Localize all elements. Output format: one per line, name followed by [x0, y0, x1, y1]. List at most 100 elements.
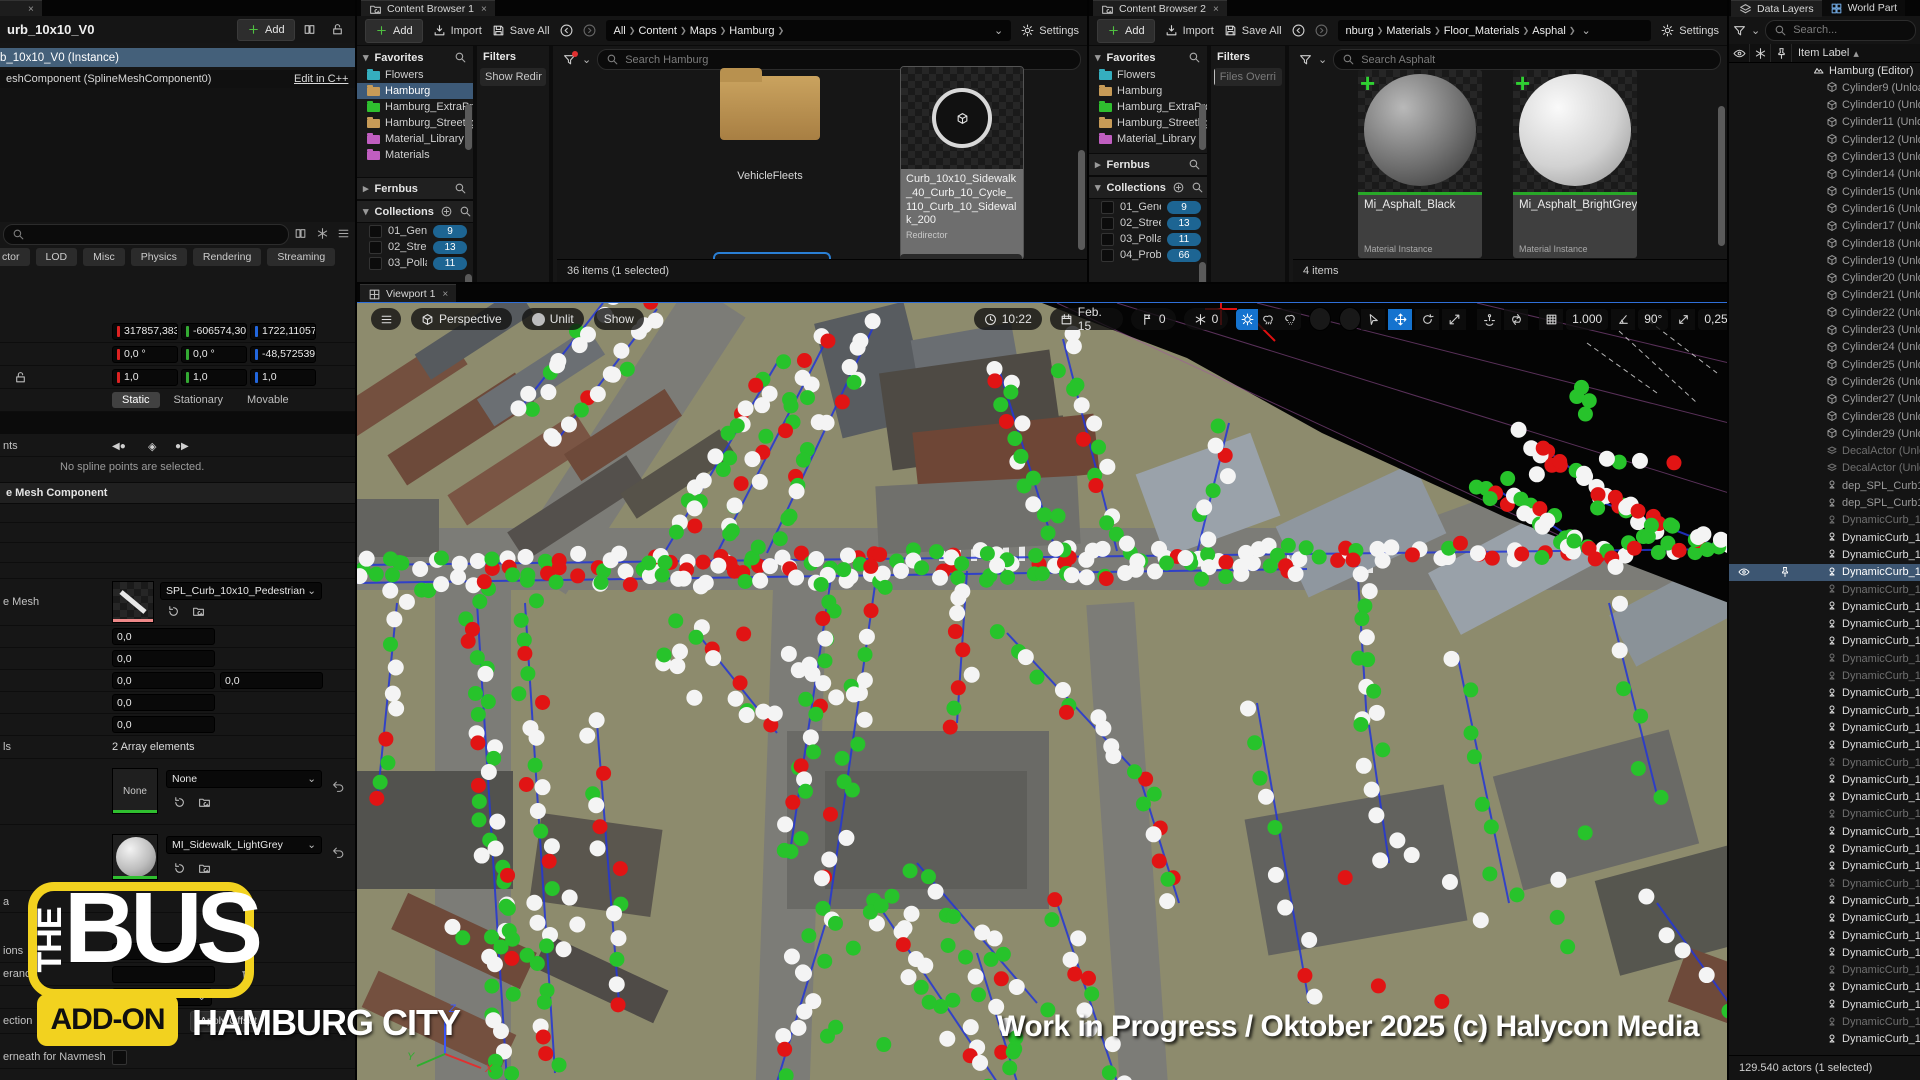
material-0-thumbnail[interactable]: None — [112, 768, 158, 814]
details-instance-row[interactable]: b_10x10_V0 (Instance) — [0, 48, 355, 67]
back-icon[interactable] — [560, 24, 573, 37]
outliner-row[interactable]: Cylinder18 (Unloaded) — [1729, 235, 1920, 252]
breadcrumb-segment[interactable]: nburg — [1346, 25, 1374, 37]
cb1-breadcrumb[interactable]: All❯Content❯Maps❯Hamburg❯⌄ — [606, 20, 1012, 41]
collection-item-02_Streetsmarkings[interactable]: 02_Streetsmarkings13 — [357, 239, 473, 255]
search-icon[interactable] — [459, 205, 472, 218]
asset-tile-Mi_Asphalt_BrightGrey[interactable]: +Mi_Asphalt_BrightGreyMaterial Instance — [1513, 70, 1637, 258]
outliner-row[interactable]: Cylinder16 (Unloaded) — [1729, 200, 1920, 217]
offset-field-0[interactable]: 0,0 — [112, 628, 215, 645]
panel-split-icon[interactable] — [303, 23, 316, 36]
outliner-row[interactable]: Cylinder21 (Unloaded) — [1729, 287, 1920, 304]
browse-to-asset-icon[interactable] — [198, 796, 211, 809]
details-filter-tab-LOD[interactable]: LOD — [36, 248, 78, 266]
outliner-row[interactable]: DynamicCurb_10x10 — [1729, 858, 1920, 875]
offset-field-3[interactable]: 0,0 — [220, 672, 323, 689]
rotation-z-field[interactable]: -48,572539 ° — [250, 346, 316, 363]
location-y-field[interactable]: -606574,306 — [181, 323, 247, 340]
spline-mesh-dropdown[interactable]: SPL_Curb_10x10_Pedestrian⌄ — [160, 582, 322, 600]
next-spline-point-button[interactable]: ●▶ — [175, 441, 189, 452]
breadcrumb-segment[interactable]: Asphal — [1532, 25, 1566, 37]
folder-item-Flowers[interactable]: Flowers — [1089, 67, 1207, 83]
details-filter-tab-Rendering[interactable]: Rendering — [193, 248, 261, 266]
world-partition-tab[interactable]: World Part — [1822, 0, 1905, 16]
scale-z-field[interactable]: 1,0 — [250, 369, 316, 386]
outliner-row[interactable]: DynamicCurb_10x10 — [1729, 944, 1920, 961]
pin-icon[interactable] — [1775, 47, 1788, 60]
cb1-save-all-button[interactable]: Save All — [492, 24, 550, 37]
outliner-row[interactable]: DynamicCurb_10x10 — [1729, 719, 1920, 736]
outliner-row[interactable]: DynamicCurb_10x10 — [1729, 512, 1920, 529]
outliner-row[interactable]: DynamicCurb_10x10 — [1729, 910, 1920, 927]
use-selected-icon[interactable] — [166, 605, 179, 618]
breadcrumb-segment[interactable]: All — [614, 25, 626, 37]
content-browser-1-tab[interactable]: Content Browser 1× — [361, 0, 495, 17]
outliner-row[interactable]: DynamicCurb_10x10 — [1729, 633, 1920, 650]
collection-checkbox[interactable] — [1101, 217, 1114, 230]
spline-point-select-button[interactable]: ◈ — [148, 440, 156, 453]
details-filter-tab-Physics[interactable]: Physics — [131, 248, 187, 266]
rotation-y-field[interactable]: 0,0 ° — [181, 346, 247, 363]
outliner-row[interactable]: Cylinder25 (Unloaded) — [1729, 356, 1920, 373]
mesh-type-dropdown[interactable]: Mesh⌄ — [112, 988, 212, 1006]
close-icon[interactable]: × — [481, 4, 487, 15]
forward-icon[interactable] — [1315, 24, 1328, 37]
data-layers-tab[interactable]: Data Layers — [1731, 0, 1822, 17]
breadcrumb-segment[interactable]: Floor_Materials — [1444, 25, 1520, 37]
outliner-row[interactable]: Cylinder23 (Unloaded) — [1729, 322, 1920, 339]
lock-icon[interactable] — [331, 23, 344, 36]
outliner-row[interactable]: Cylinder14 (Unloaded) — [1729, 166, 1920, 183]
prev-spline-point-button[interactable]: ◀● — [112, 441, 126, 452]
fernbus-section[interactable]: Fernbus — [1107, 159, 1150, 171]
breadcrumb-segment[interactable]: Hamburg — [729, 25, 774, 37]
location-z-field[interactable]: 1722,110577 — [250, 323, 316, 340]
location-x-field[interactable]: 317857,3831 — [112, 323, 178, 340]
apply-offset-button[interactable]: Apply Offset — [190, 1011, 267, 1032]
fernbus-section[interactable]: Fernbus — [375, 183, 418, 195]
outliner-row[interactable]: DynamicCurb_10x10 — [1729, 702, 1920, 719]
outliner-row[interactable]: DynamicCurb_10x10 — [1729, 581, 1920, 598]
eye-icon[interactable] — [1738, 566, 1750, 581]
cb2-breadcrumb[interactable]: nburg❯Materials❯Floor_Materials❯Asphal❯⌄ — [1338, 20, 1652, 41]
outliner-row[interactable]: DecalActor (Unloaded) — [1729, 460, 1920, 477]
outliner-row[interactable]: DynamicCurb_10x10 — [1729, 1031, 1920, 1048]
outliner-row[interactable]: Cylinder12 (Unloaded) — [1729, 131, 1920, 148]
viewport-scene[interactable] — [357, 302, 1727, 1080]
collection-item-02_Streetsmarkings[interactable]: 02_Streetsmarkings13 — [1089, 215, 1207, 231]
outliner-row[interactable]: Cylinder24 (Unloaded) — [1729, 339, 1920, 356]
content-browser-2-tab[interactable]: Content Browser 2× — [1093, 0, 1227, 17]
material-1-thumbnail[interactable] — [112, 834, 158, 880]
browse-to-asset-icon[interactable] — [198, 862, 211, 875]
cb2-filter-chip[interactable]: Files Overri — [1214, 68, 1282, 86]
outliner-row[interactable]: Cylinder17 (Unloaded) — [1729, 218, 1920, 235]
folder-item-Flowers[interactable]: Flowers — [357, 67, 473, 83]
material-1-dropdown[interactable]: MI_Sidewalk_LightGrey⌄ — [166, 836, 322, 854]
cb1-filter-chip[interactable]: Show Redir — [480, 68, 546, 86]
folder-item-Hamburg_ExtraProps[interactable]: Hamburg_ExtraProps — [357, 99, 473, 115]
navmesh-checkbox[interactable] — [112, 1050, 127, 1065]
collection-item-01_Generated_Streets[interactable]: 01_Generated_Streets9 — [357, 223, 473, 239]
collection-checkbox[interactable] — [1101, 233, 1114, 246]
folder-item-Material_Library[interactable]: Material_Library — [1089, 131, 1207, 147]
use-selected-icon[interactable] — [172, 796, 185, 809]
material-0-dropdown[interactable]: None⌄ — [166, 770, 322, 788]
search-icon[interactable] — [454, 182, 467, 195]
offset-field-5[interactable]: 0,0 — [112, 716, 215, 733]
collections-section[interactable]: Collections — [1107, 182, 1166, 194]
forward-icon[interactable] — [583, 24, 596, 37]
reset-to-default-icon[interactable] — [332, 780, 345, 793]
outliner-row[interactable]: Cylinder11 (Unloaded) — [1729, 114, 1920, 131]
pin-icon[interactable] — [1779, 566, 1791, 581]
reset-to-default-icon[interactable] — [332, 846, 345, 859]
outliner-row[interactable]: DynamicCurb_10x10 — [1729, 685, 1920, 702]
folder-item-Hamburg_Streetlights[interactable]: Hamburg_Streetlights — [1089, 115, 1207, 131]
details-component-row[interactable]: eshComponent (SplineMeshComponent0) Edit… — [0, 70, 355, 88]
details-filter-tab-Misc[interactable]: Misc — [83, 248, 125, 266]
outliner-row[interactable]: DynamicCurb_10x10 — [1729, 650, 1920, 667]
outliner-search-input[interactable]: Search... — [1765, 20, 1916, 41]
collection-item-03_Pollar[interactable]: 03_Pollar11 — [357, 255, 473, 271]
scale-y-field[interactable]: 1,0 — [181, 369, 247, 386]
breadcrumb-segment[interactable]: Materials — [1386, 25, 1431, 37]
use-selected-icon[interactable] — [172, 862, 185, 875]
collection-item-01_Generated_Streets[interactable]: 01_Generated_Streets9 — [1089, 199, 1207, 215]
